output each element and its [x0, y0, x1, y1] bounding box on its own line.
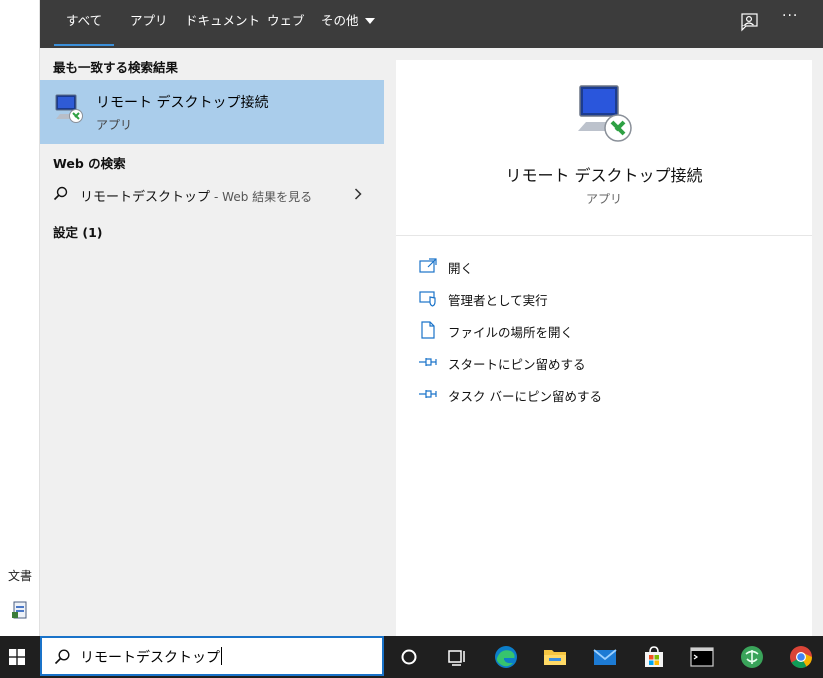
action-open-file-location-label: ファイルの場所を開く	[448, 325, 574, 340]
file-explorer-icon[interactable]	[542, 644, 568, 670]
action-open[interactable]: 開く	[418, 254, 718, 278]
web-search-query: リモートデスクトップ - Web 結果を見る	[80, 186, 312, 205]
search-icon	[53, 186, 68, 201]
action-pin-to-taskbar-label: タスク バーにピン留めする	[448, 389, 602, 404]
chevron-right-icon[interactable]	[354, 188, 362, 200]
admin-shield-icon	[419, 291, 436, 307]
mail-icon[interactable]	[592, 644, 618, 670]
edge-icon[interactable]	[493, 644, 519, 670]
settings-heading[interactable]: 設定 (1)	[53, 222, 102, 241]
search-icon	[54, 649, 70, 665]
desktop-file-icon[interactable]	[11, 600, 29, 620]
action-pin-to-start-label: スタートにピン留めする	[448, 357, 586, 372]
pin-icon	[419, 390, 437, 398]
search-panel: すべて アプリ ドキュメント ウェブ その他 ··· 最も一致する検索結果 リモ…	[40, 0, 823, 636]
action-pin-to-start[interactable]: スタートにピン留めする	[418, 350, 718, 374]
open-icon	[419, 258, 437, 273]
tab-documents[interactable]: ドキュメント	[185, 0, 260, 48]
app-icon[interactable]	[739, 644, 765, 670]
cortana-icon[interactable]	[396, 644, 422, 670]
tab-apps[interactable]: アプリ	[130, 0, 168, 48]
action-pin-to-taskbar[interactable]: タスク バーにピン留めする	[418, 382, 718, 406]
task-view-icon[interactable]	[443, 644, 469, 670]
windows-logo-icon	[9, 649, 25, 665]
action-open-file-location[interactable]: ファイルの場所を開く	[418, 318, 718, 342]
store-icon[interactable]	[641, 644, 667, 670]
best-match-title: リモート デスクトップ接続	[96, 95, 269, 111]
search-input[interactable]: リモートデスクトップ	[80, 647, 222, 667]
chrome-icon[interactable]	[788, 644, 814, 670]
web-search-item[interactable]: リモートデスクトップ - Web 結果を見る	[40, 180, 384, 210]
desktop-label[interactable]: 文書	[8, 567, 32, 584]
preview-subtitle: アプリ	[585, 192, 622, 206]
tab-more-label: その他	[321, 13, 359, 28]
web-search-heading: Web の検索	[53, 156, 126, 171]
search-tabs-bar: すべて アプリ ドキュメント ウェブ その他 ···	[40, 0, 823, 48]
app-preview-pane: リモート デスクトップ接続 アプリ 開く 管理者として実行 ファイルの場所を開く	[396, 60, 812, 636]
preview-header: リモート デスクトップ接続 アプリ	[396, 60, 812, 236]
best-match-item[interactable]: リモート デスクトップ接続 アプリ	[40, 80, 384, 144]
tab-all[interactable]: すべて	[53, 0, 115, 48]
results-list: 最も一致する検索結果 リモート デスクトップ接続 アプリ Web の検索 リモー…	[40, 48, 384, 636]
feedback-icon[interactable]	[740, 12, 760, 32]
start-button[interactable]	[0, 636, 40, 678]
action-run-as-admin-label: 管理者として実行	[448, 293, 548, 308]
web-query-hint: - Web 結果を見る	[214, 190, 313, 204]
action-run-as-admin[interactable]: 管理者として実行	[418, 286, 718, 310]
search-input-value: リモートデスクトップ	[80, 650, 220, 666]
desktop-area: 文書	[0, 0, 40, 636]
best-match-heading: 最も一致する検索結果	[53, 60, 179, 75]
taskbar-search-box[interactable]: リモートデスクトップ	[40, 636, 384, 676]
web-query-text: リモートデスクトップ	[80, 190, 211, 205]
text-caret	[221, 647, 222, 665]
more-options-button[interactable]: ···	[782, 8, 798, 24]
remote-desktop-icon	[55, 94, 83, 123]
tab-more[interactable]: その他	[321, 0, 375, 48]
preview-title: リモート デスクトップ接続	[505, 166, 703, 185]
file-location-icon	[421, 321, 435, 339]
action-open-label: 開く	[448, 261, 474, 276]
terminal-icon[interactable]	[689, 644, 715, 670]
taskbar: リモートデスクトップ	[0, 636, 823, 678]
remote-desktop-icon	[578, 85, 632, 142]
tab-web[interactable]: ウェブ	[267, 0, 305, 48]
pin-icon	[419, 358, 437, 366]
best-match-subtitle: アプリ	[96, 118, 133, 132]
caret-down-icon	[364, 18, 375, 24]
